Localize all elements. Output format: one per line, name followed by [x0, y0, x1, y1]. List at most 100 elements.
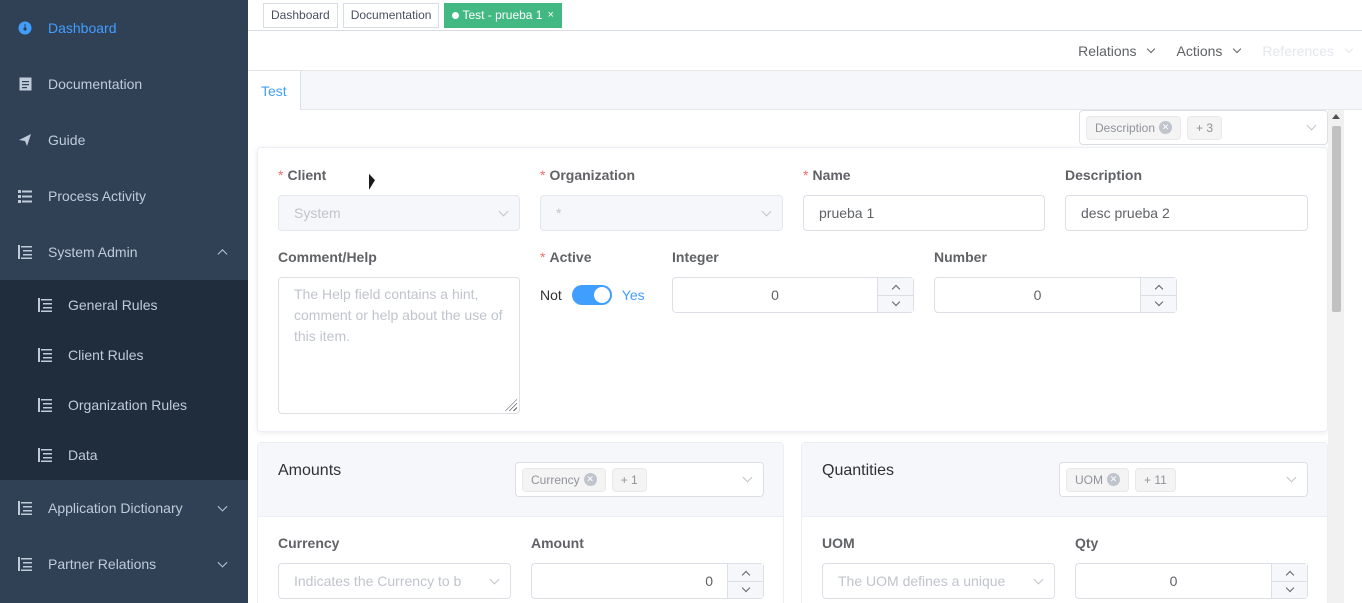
quantities-panel: Quantities UOM ✕ + 11 UOM The UOM defines… [801, 442, 1328, 603]
actions-label: Actions [1176, 42, 1223, 59]
field-filter-select[interactable]: Description ✕ + 3 [1079, 110, 1328, 145]
increase-button[interactable] [878, 278, 913, 295]
organization-label: * Organization [540, 167, 636, 183]
actions-dropdown[interactable]: Actions [1176, 42, 1242, 59]
chevron-down-icon [742, 472, 753, 483]
vertical-scrollbar[interactable] [1328, 110, 1344, 603]
tag-label: Dashboard [271, 8, 330, 22]
sidebar-item-process-activity[interactable]: Process Activity [0, 168, 248, 224]
integer-input[interactable]: 0 [672, 277, 914, 313]
increase-button[interactable] [1141, 278, 1176, 295]
amount-input[interactable]: 0 [531, 563, 764, 599]
more-chip: + 1 [611, 467, 647, 492]
decrease-button[interactable] [1141, 295, 1176, 312]
chevron-down-icon [1147, 44, 1156, 53]
scrollbar-thumb[interactable] [1332, 126, 1341, 312]
tag-label: Documentation [350, 8, 432, 22]
references-dropdown[interactable]: References [1262, 43, 1354, 59]
comment-help-label: Comment/Help [278, 249, 377, 265]
sidebar-item-system-admin[interactable]: System Admin [0, 224, 248, 280]
currency-select[interactable]: Indicates the Currency to b [278, 563, 511, 599]
name-input[interactable]: prueba 1 [803, 195, 1045, 231]
decrease-button[interactable] [878, 295, 913, 312]
integer-field: Integer 0 [672, 249, 914, 313]
main-area: Dashboard Documentation Test - prueba 1 … [248, 0, 1362, 603]
tab-test[interactable]: Test [248, 71, 301, 110]
chevron-down-icon [1233, 44, 1242, 53]
tree-icon [18, 557, 32, 571]
sidebar-item-partner-relations[interactable]: Partner Relations [0, 536, 248, 592]
chip-label: Currency [531, 472, 580, 487]
comment-help-placeholder: The Help field contains a hint, comment … [294, 286, 503, 344]
number-label: Number [934, 249, 987, 265]
organization-value: * [556, 205, 562, 221]
remove-chip-icon[interactable]: ✕ [1159, 121, 1173, 134]
chevron-down-icon [1306, 120, 1317, 131]
currency-field: Currency Indicates the Currency to b [278, 535, 511, 599]
tree-icon [38, 448, 52, 462]
tag-label: Test - prueba 1 [462, 8, 543, 22]
chevron-down-icon [1154, 297, 1163, 307]
sidebar-item-label: Data [68, 447, 98, 463]
amount-value: 0 [705, 573, 713, 589]
chevron-down-icon [1286, 472, 1297, 483]
tree-icon [38, 298, 52, 312]
qty-stepper [1271, 564, 1307, 598]
decrease-button[interactable] [1272, 581, 1307, 598]
filter-chip: Currency ✕ [522, 467, 606, 492]
decrease-button[interactable] [728, 581, 763, 598]
switch-on-label: Yes [621, 287, 645, 303]
tag-documentation[interactable]: Documentation [342, 2, 440, 28]
remove-chip-icon[interactable]: ✕ [1107, 473, 1120, 486]
number-input[interactable]: 0 [934, 277, 1177, 313]
mouse-cursor-icon [369, 173, 375, 193]
sidebar-item-data[interactable]: Data [0, 430, 248, 480]
system-admin-submenu: General Rules Client Rules Organization … [0, 280, 248, 480]
relations-dropdown[interactable]: Relations [1078, 43, 1156, 59]
chevron-up-icon [891, 284, 900, 293]
scroll-up-icon[interactable] [1332, 114, 1340, 119]
uom-select[interactable]: The UOM defines a unique [822, 563, 1055, 599]
sidebar-item-dashboard[interactable]: Dashboard [0, 0, 248, 56]
active-toggle[interactable] [571, 285, 612, 305]
chevron-down-icon [489, 574, 500, 585]
number-field: Number 0 [934, 249, 1177, 313]
amounts-field-filter[interactable]: Currency ✕ + 1 [515, 462, 764, 497]
sidebar-item-organization-rules[interactable]: Organization Rules [0, 380, 248, 430]
sidebar-item-documentation[interactable]: Documentation [0, 56, 248, 112]
tab-bar: Test [248, 71, 1362, 110]
active-field: * Active Not Yes [540, 249, 660, 313]
tree-icon [38, 398, 52, 412]
increase-button[interactable] [728, 564, 763, 581]
client-select[interactable]: System [278, 195, 520, 231]
quantities-field-filter[interactable]: UOM ✕ + 11 [1059, 462, 1308, 497]
more-chip: + 3 [1187, 115, 1223, 140]
sidebar-item-client-rules[interactable]: Client Rules [0, 330, 248, 380]
close-icon[interactable]: × [547, 9, 553, 21]
resize-handle-icon[interactable] [505, 399, 517, 411]
chevron-down-icon [1033, 574, 1044, 585]
client-field: * Client System [278, 167, 520, 231]
chevron-up-icon [1285, 570, 1294, 579]
uom-label: UOM [822, 535, 855, 551]
sidebar-item-guide[interactable]: Guide [0, 112, 248, 168]
organization-select[interactable]: * [540, 195, 783, 231]
integer-value: 0 [771, 287, 779, 303]
sidebar-item-general-rules[interactable]: General Rules [0, 280, 248, 330]
currency-placeholder: Indicates the Currency to b [294, 573, 462, 589]
list-icon [18, 189, 32, 203]
chip-label: Description [1095, 120, 1156, 135]
window-toolbar: Relations Actions References [248, 31, 1362, 71]
description-field: Description desc prueba 2 [1065, 167, 1308, 231]
description-input[interactable]: desc prueba 2 [1065, 195, 1308, 231]
increase-button[interactable] [1272, 564, 1307, 581]
tag-active-window[interactable]: Test - prueba 1 × [444, 2, 562, 28]
qty-input[interactable]: 0 [1075, 563, 1308, 599]
tree-icon [18, 245, 32, 259]
sidebar-item-application-dictionary[interactable]: Application Dictionary [0, 480, 248, 536]
remove-chip-icon[interactable]: ✕ [583, 473, 597, 486]
comment-help-textarea[interactable]: The Help field contains a hint, comment … [278, 277, 520, 414]
tag-dashboard[interactable]: Dashboard [263, 2, 338, 28]
chevron-down-icon [1344, 44, 1354, 53]
chevron-up-icon [741, 570, 750, 579]
